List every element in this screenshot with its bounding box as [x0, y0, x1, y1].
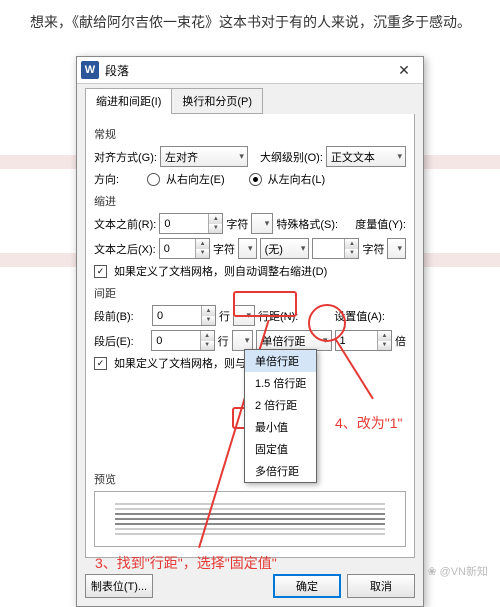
- unit-combo[interactable]: [387, 238, 406, 259]
- close-button[interactable]: ✕: [385, 57, 423, 83]
- panel: 常规 对齐方式(G): 左对齐 大纲级别(O): 正文文本 方向: 从右向左(E…: [85, 114, 415, 558]
- dropdown-option[interactable]: 2 倍行距: [245, 394, 316, 416]
- unit-combo[interactable]: [233, 305, 255, 326]
- unit-label: 行: [218, 333, 229, 349]
- align-combo[interactable]: 左对齐: [160, 146, 248, 167]
- measure-label: 度量值(Y):: [355, 216, 406, 232]
- ok-button[interactable]: 确定: [273, 574, 341, 598]
- rtl-label: 从右向左(E): [166, 171, 225, 187]
- spacing-grid-check[interactable]: [94, 357, 107, 370]
- paragraph-dialog: W 段落 ✕ 缩进和间距(I) 换行和分页(P) 常规 对齐方式(G): 左对齐…: [76, 56, 424, 607]
- unit-label: 倍: [395, 333, 406, 349]
- dropdown-option[interactable]: 单倍行距: [245, 350, 316, 372]
- spin-buttons[interactable]: ▲▼: [195, 239, 209, 258]
- tab-line-page-breaks[interactable]: 换行和分页(P): [171, 88, 263, 114]
- indent-after-label: 文本之后(X):: [94, 241, 156, 257]
- measure-spin[interactable]: ▲▼: [312, 238, 359, 259]
- ltr-label: 从左向右(L): [268, 171, 325, 187]
- unit-combo[interactable]: [238, 238, 257, 259]
- unit-label: 字符: [362, 241, 384, 257]
- preview-box: [94, 491, 406, 547]
- annotation-step3: 3、找到"行距"，选择"固定值": [95, 553, 277, 573]
- section-indent: 缩进: [94, 193, 406, 209]
- flower-icon: ❀: [427, 565, 436, 578]
- space-before-label: 段前(B):: [94, 308, 149, 324]
- dropdown-option[interactable]: 多倍行距: [245, 460, 316, 482]
- indent-grid-check[interactable]: [94, 265, 107, 278]
- spin-buttons[interactable]: ▲▼: [344, 239, 358, 258]
- line-spacing-label: 行距(N):: [258, 308, 298, 324]
- indent-after-spin[interactable]: 0▲▼: [159, 238, 210, 259]
- direction-label: 方向:: [94, 171, 144, 187]
- dropdown-option[interactable]: 固定值: [245, 438, 316, 460]
- space-after-spin[interactable]: 0▲▼: [151, 330, 214, 351]
- rtl-radio[interactable]: [147, 173, 160, 186]
- cancel-button[interactable]: 取消: [347, 574, 415, 598]
- indent-before-label: 文本之前(R):: [94, 216, 156, 232]
- spin-buttons[interactable]: ▲▼: [377, 331, 391, 350]
- dropdown-option[interactable]: 1.5 倍行距: [245, 372, 316, 394]
- unit-label: 字符: [213, 241, 235, 257]
- spin-buttons[interactable]: ▲▼: [201, 306, 215, 325]
- align-label: 对齐方式(G):: [94, 149, 157, 165]
- space-before-spin[interactable]: 0▲▼: [152, 305, 216, 326]
- close-icon: ✕: [398, 62, 410, 79]
- tabstop-button[interactable]: 制表位(T)...: [85, 574, 153, 598]
- outline-combo[interactable]: 正文文本: [326, 146, 406, 167]
- word-icon: W: [81, 61, 99, 79]
- line-spacing-combo[interactable]: 单倍行距: [256, 330, 331, 351]
- dropdown-option[interactable]: 最小值: [245, 416, 316, 438]
- ltr-radio[interactable]: [249, 173, 262, 186]
- setat-label: 设置值(A):: [334, 308, 385, 324]
- line-spacing-dropdown[interactable]: 单倍行距1.5 倍行距2 倍行距最小值固定值多倍行距: [244, 349, 317, 483]
- indent-before-spin[interactable]: 0▲▼: [159, 213, 223, 234]
- spin-buttons[interactable]: ▲▼: [200, 331, 214, 350]
- dialog-title: 段落: [105, 62, 385, 79]
- background-text: 想来，《献给阿尔吉侬一束花》这本书对于有的人来说，沉重多于感动。: [30, 10, 480, 35]
- section-spacing: 间距: [94, 285, 406, 301]
- space-after-label: 段后(E):: [94, 333, 148, 349]
- tab-indent-spacing[interactable]: 缩进和间距(I): [85, 88, 172, 114]
- section-general: 常规: [94, 126, 406, 142]
- indent-grid-label: 如果定义了文档网格，则自动调整右缩进(D): [114, 263, 327, 279]
- setat-spin[interactable]: 1▲▼: [335, 330, 392, 351]
- special-combo[interactable]: (无): [260, 238, 310, 259]
- titlebar[interactable]: W 段落 ✕: [77, 57, 423, 84]
- watermark: ❀@VN新知: [427, 563, 488, 579]
- unit-label: 字符: [226, 216, 248, 232]
- unit-combo[interactable]: [251, 213, 273, 234]
- unit-label: 行: [219, 308, 230, 324]
- special-label: 特殊格式(S):: [276, 216, 338, 232]
- outline-label: 大纲级别(O):: [260, 149, 323, 165]
- spin-buttons[interactable]: ▲▼: [208, 214, 222, 233]
- unit-combo[interactable]: [232, 330, 254, 351]
- annotation-step4: 4、改为"1": [335, 413, 403, 433]
- tabs: 缩进和间距(I) 换行和分页(P): [77, 84, 423, 114]
